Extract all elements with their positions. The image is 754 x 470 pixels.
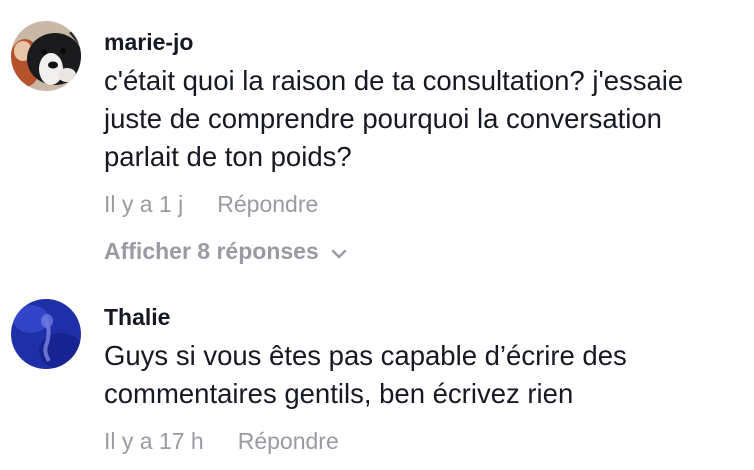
reply-button[interactable]: Répondre <box>217 191 318 217</box>
reply-button[interactable]: Répondre <box>238 428 339 454</box>
comment-username[interactable]: marie-jo <box>104 28 744 56</box>
comment-text: Guys si vous êtes pas capable d’écrire d… <box>104 340 627 409</box>
comment-timestamp: Il y a 17 h <box>104 428 204 454</box>
comment-text: c'était quoi la raison de ta consultatio… <box>104 65 684 172</box>
chevron-down-icon <box>331 237 347 265</box>
comment-username[interactable]: Thalie <box>104 303 744 331</box>
user-avatar[interactable] <box>11 21 81 91</box>
user-avatar[interactable] <box>11 299 81 369</box>
view-replies-button[interactable]: Afficher 8 réponses <box>104 237 347 265</box>
dog-photo-avatar-icon <box>11 21 81 91</box>
comment-meta: Il y a 17 h Répondre <box>104 427 744 455</box>
view-replies-label: Afficher 8 réponses <box>104 238 319 264</box>
comment-timestamp: Il y a 1 j <box>104 191 184 217</box>
blue-photo-avatar-icon <box>11 299 81 369</box>
comment-meta: Il y a 1 j Répondre <box>104 190 744 218</box>
